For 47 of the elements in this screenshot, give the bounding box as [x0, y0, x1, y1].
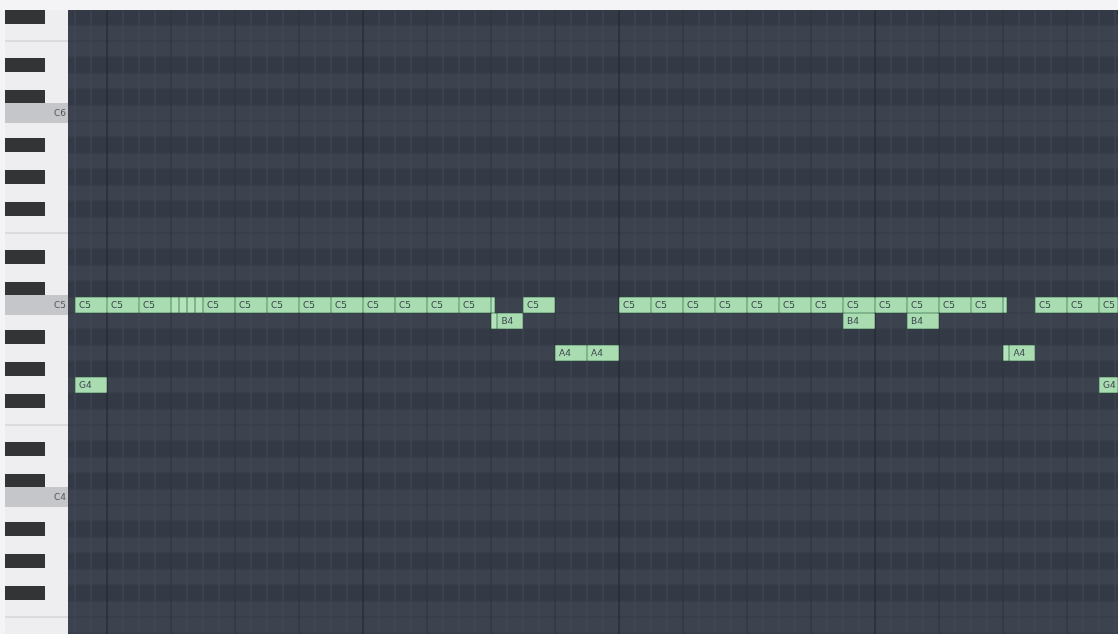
note[interactable]: C5 [683, 297, 715, 313]
note[interactable]: C5 [203, 297, 235, 313]
note[interactable]: C5 [1067, 297, 1099, 313]
note[interactable]: C5 [363, 297, 395, 313]
note[interactable] [187, 297, 195, 313]
note[interactable] [491, 297, 495, 313]
note[interactable]: C5 [427, 297, 459, 313]
note[interactable]: C5 [811, 297, 843, 313]
note[interactable]: G4 [1099, 377, 1118, 393]
octave-label: C5 [54, 299, 66, 312]
note[interactable]: C5 [139, 297, 171, 313]
note[interactable]: C5 [875, 297, 907, 313]
octave-label: C4 [54, 491, 66, 504]
note[interactable]: B4 [843, 313, 875, 329]
note[interactable]: B4 [497, 313, 523, 329]
octave-label: C6 [54, 107, 66, 120]
note[interactable]: C5 [619, 297, 651, 313]
note[interactable]: C5 [907, 297, 939, 313]
note[interactable] [171, 297, 179, 313]
note[interactable]: C5 [651, 297, 683, 313]
note[interactable]: C5 [235, 297, 267, 313]
note[interactable]: A4 [555, 345, 587, 361]
note[interactable]: C5 [939, 297, 971, 313]
note[interactable]: C5 [843, 297, 875, 313]
note[interactable]: G4 [75, 377, 107, 393]
note[interactable]: A4 [587, 345, 619, 361]
note[interactable] [179, 297, 187, 313]
note[interactable]: C5 [459, 297, 491, 313]
note[interactable] [491, 313, 498, 329]
note[interactable]: C5 [395, 297, 427, 313]
note[interactable]: C5 [299, 297, 331, 313]
note[interactable]: C5 [747, 297, 779, 313]
note[interactable]: B4 [907, 313, 939, 329]
note[interactable]: A4 [1009, 345, 1035, 361]
note[interactable]: C5 [779, 297, 811, 313]
note[interactable]: C5 [75, 297, 107, 313]
note[interactable]: C5 [1099, 297, 1118, 313]
note[interactable]: C5 [107, 297, 139, 313]
note[interactable] [1003, 297, 1007, 313]
note[interactable]: C5 [331, 297, 363, 313]
note[interactable]: C5 [971, 297, 1003, 313]
note[interactable] [1003, 345, 1010, 361]
note[interactable]: C5 [715, 297, 747, 313]
note[interactable] [195, 297, 203, 313]
note[interactable]: C5 [267, 297, 299, 313]
note[interactable]: C5 [523, 297, 555, 313]
note[interactable]: C5 [1035, 297, 1067, 313]
